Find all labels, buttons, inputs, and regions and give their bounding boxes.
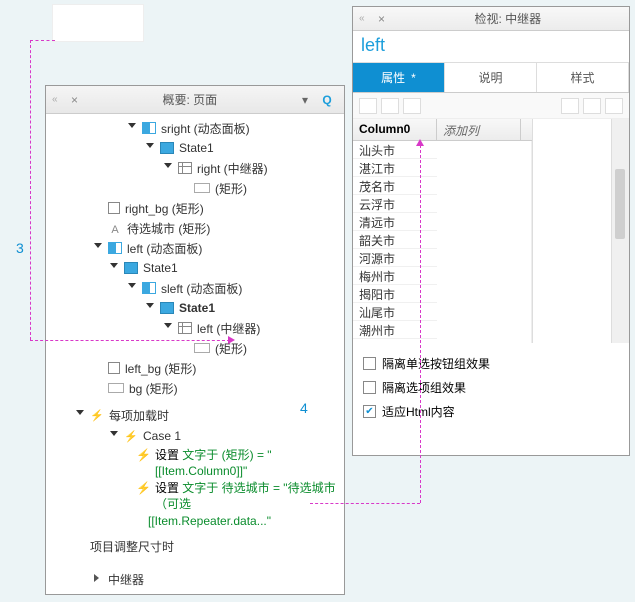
outline-title: 概要: 页面 xyxy=(86,91,294,108)
opt-fit-html[interactable]: 适应Html内容 xyxy=(363,399,619,423)
annotation-line xyxy=(30,40,55,41)
event-action-2b: [[Item.Repeater.data..." xyxy=(46,513,344,529)
scrollbar[interactable] xyxy=(611,119,629,343)
repeater-data-grid: Column0 添加列 汕头市 湛江市 茂名市 云浮市 清远市 韶关市 河源市 … xyxy=(353,119,629,343)
column-header-0[interactable]: Column0 xyxy=(353,119,437,140)
close-icon[interactable]: × xyxy=(66,91,84,109)
outline-header: « × 概要: 页面 ▾ Q xyxy=(46,86,344,114)
annotation-label-4: 4 xyxy=(300,400,308,416)
opt-isolate-radio[interactable]: 隔离单选按钮组效果 xyxy=(363,351,619,375)
tree-node-rect1[interactable]: (矩形) xyxy=(46,178,344,198)
data-row[interactable]: 云浮市 xyxy=(353,195,437,213)
annotation-line xyxy=(310,503,420,504)
tree-node-right-repeater[interactable]: right (中继器) xyxy=(46,158,344,178)
tree-node-left-bg[interactable]: left_bg (矩形) xyxy=(46,358,344,378)
data-row[interactable]: 韶关市 xyxy=(353,231,437,249)
data-row[interactable]: 梅州市 xyxy=(353,267,437,285)
tree-node-state1a[interactable]: State1 xyxy=(46,138,344,158)
tree-node-state1b[interactable]: State1 xyxy=(46,258,344,278)
blank-box xyxy=(52,4,144,42)
event-action-1[interactable]: ⚡设置 文字于 (矩形) = "[[Item.Column0]]" xyxy=(46,447,344,479)
arrowhead-icon xyxy=(416,139,424,146)
inspector-title: 检视: 中继器 xyxy=(393,10,623,27)
data-row[interactable]: 茂名市 xyxy=(353,177,437,195)
footer-repeater[interactable]: 中继器 xyxy=(46,569,344,589)
tb-icon-1[interactable] xyxy=(359,98,377,114)
tb-icon-2[interactable] xyxy=(381,98,399,114)
tree-node-left-repeater[interactable]: left (中继器) xyxy=(46,318,344,338)
checkbox-checked-icon xyxy=(363,405,376,418)
annotation-line xyxy=(30,340,230,341)
annotation-line xyxy=(30,40,31,340)
outline-tree: sright (动态面板) State1 right (中继器) (矩形) ri… xyxy=(46,114,344,594)
tree-node-right-bg[interactable]: right_bg (矩形) xyxy=(46,198,344,218)
collapse-icon[interactable]: « xyxy=(359,13,365,24)
data-row[interactable]: 湛江市 xyxy=(353,159,437,177)
tb-icon-5[interactable] xyxy=(583,98,601,114)
tree-node-rect2[interactable]: (矩形) xyxy=(46,338,344,358)
annotation-label-3: 3 xyxy=(16,240,24,256)
tree-node-bg[interactable]: bg (矩形) xyxy=(46,378,344,398)
tb-icon-3[interactable] xyxy=(403,98,421,114)
tree-node-sright[interactable]: sright (动态面板) xyxy=(46,118,344,138)
tb-icon-6[interactable] xyxy=(605,98,623,114)
repeater-toolbar xyxy=(353,93,629,119)
widget-name-input[interactable]: left xyxy=(353,31,629,63)
event-action-2[interactable]: ⚡设置 文字于 待选城市 = "待选城市（可选 xyxy=(46,480,344,512)
data-row[interactable]: 潮州市 xyxy=(353,321,437,339)
data-row[interactable]: 河源市 xyxy=(353,249,437,267)
data-row[interactable]: 汕尾市 xyxy=(353,303,437,321)
event-sizeadjust[interactable]: 项目调整尺寸时 xyxy=(46,535,344,557)
add-column[interactable]: 添加列 xyxy=(437,119,521,140)
tree-node-state1c[interactable]: State1 xyxy=(46,298,344,318)
filter-icon[interactable]: ▾ xyxy=(296,91,314,109)
opt-isolate-select[interactable]: 隔离选项组效果 xyxy=(363,375,619,399)
inspector-panel: « × 检视: 中继器 left 属性* 说明 样式 Column0 添加列 汕… xyxy=(352,6,630,456)
tree-node-sleft[interactable]: sleft (动态面板) xyxy=(46,278,344,298)
tb-icon-4[interactable] xyxy=(561,98,579,114)
tree-node-left-panel[interactable]: left (动态面板) xyxy=(46,238,344,258)
data-row[interactable]: 汕头市 xyxy=(353,141,437,159)
checkbox-icon xyxy=(363,357,376,370)
data-rows[interactable]: 汕头市 湛江市 茂名市 云浮市 清远市 韶关市 河源市 梅州市 揭阳市 汕尾市 … xyxy=(353,141,532,343)
tab-properties[interactable]: 属性* xyxy=(353,63,445,92)
search-icon[interactable]: Q xyxy=(318,91,336,109)
arrowhead-icon xyxy=(228,336,235,344)
inspector-tabs: 属性* 说明 样式 xyxy=(353,63,629,93)
repeater-options: 隔离单选按钮组效果 隔离选项组效果 适应Html内容 xyxy=(353,343,629,431)
data-row[interactable]: 揭阳市 xyxy=(353,285,437,303)
checkbox-icon xyxy=(363,381,376,394)
event-case1[interactable]: Case 1 xyxy=(46,426,344,446)
data-row[interactable]: 清远市 xyxy=(353,213,437,231)
inspector-header: « × 检视: 中继器 xyxy=(353,7,629,31)
collapse-icon[interactable]: « xyxy=(52,94,58,105)
annotation-line xyxy=(420,145,421,503)
close-icon[interactable]: × xyxy=(373,10,391,28)
tree-node-pending-city[interactable]: 待选城市 (矩形) xyxy=(46,218,344,238)
tab-style[interactable]: 样式 xyxy=(537,63,629,92)
tab-notes[interactable]: 说明 xyxy=(445,63,537,92)
